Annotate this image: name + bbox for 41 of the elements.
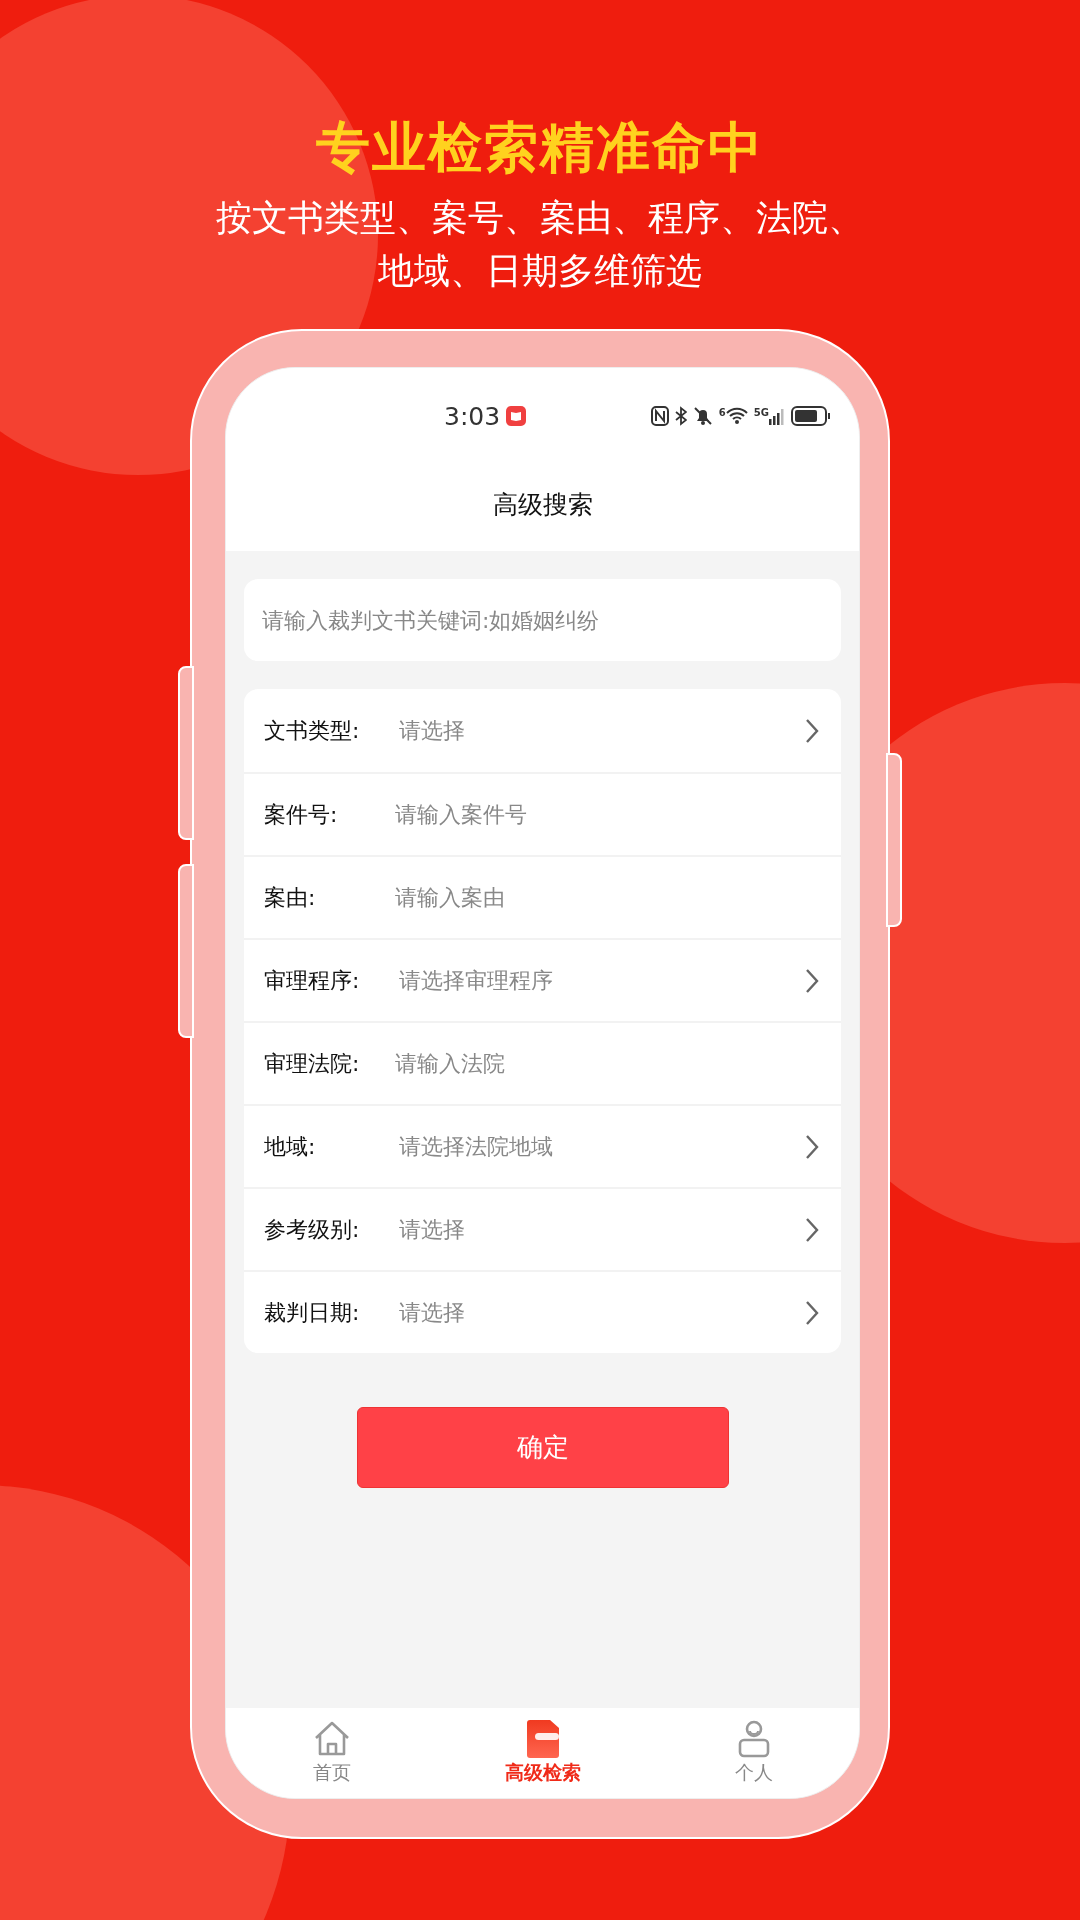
input-field[interactable]: 请输入案由: [395, 885, 819, 910]
select-field[interactable]: 请选择审理程序: [399, 965, 805, 996]
select-field[interactable]: 请选择法院地域: [399, 1131, 805, 1162]
input-field[interactable]: 请输入法院: [395, 1051, 819, 1076]
nav-tab[interactable]: 首页: [271, 1720, 392, 1786]
subtitle: 按文书类型、案号、案由、程序、法院、地域、日期多维筛选: [215, 196, 865, 293]
nav-tab[interactable]: 个人: [693, 1720, 814, 1786]
wifi-icon: [725, 407, 748, 425]
chevron-right-icon[interactable]: [805, 1216, 819, 1243]
field-label: 案件号:: [264, 800, 339, 829]
field-label: 文书类型:: [264, 716, 361, 745]
chevron-right-icon[interactable]: [805, 717, 819, 744]
confirm-button[interactable]: 确定: [356, 1407, 729, 1488]
document-icon: [526, 1720, 559, 1758]
select-field[interactable]: 请选择: [399, 1214, 805, 1245]
status-time: 3:03: [444, 401, 501, 431]
headline: 专业检索精准命中: [316, 115, 764, 181]
nfc-icon: [650, 406, 669, 426]
person-icon: [737, 1720, 770, 1758]
chevron-right-icon[interactable]: [805, 1299, 819, 1326]
nav-tab[interactable]: 高级检索: [482, 1720, 603, 1786]
book-icon: [506, 406, 527, 426]
bluetooth-icon: [674, 406, 687, 426]
chevron-right-icon[interactable]: [805, 1133, 819, 1160]
select-field[interactable]: 请选择: [399, 715, 805, 746]
field-label: 案由:: [264, 883, 317, 912]
battery-icon: [791, 406, 831, 426]
signal-icon: [769, 407, 785, 425]
select-field[interactable]: 请选择: [399, 1297, 805, 1328]
network-label: 5G: [753, 407, 769, 418]
chevron-right-icon[interactable]: [805, 967, 819, 994]
input-field[interactable]: 请输入案件号: [395, 802, 819, 827]
keyword-search-field[interactable]: 请输入裁判文书关键词:如婚姻纠纷: [244, 579, 841, 661]
field-label: 审理法院:: [264, 1049, 361, 1078]
field-label: 裁判日期:: [264, 1298, 361, 1327]
wifi-standard-label: 6: [718, 407, 726, 418]
muted-bell-icon: [692, 406, 713, 426]
field-label: 审理程序:: [264, 966, 361, 995]
field-label: 参考级别:: [264, 1215, 361, 1244]
field-label: 地域:: [264, 1132, 317, 1161]
page-title: 高级搜索: [226, 458, 859, 551]
